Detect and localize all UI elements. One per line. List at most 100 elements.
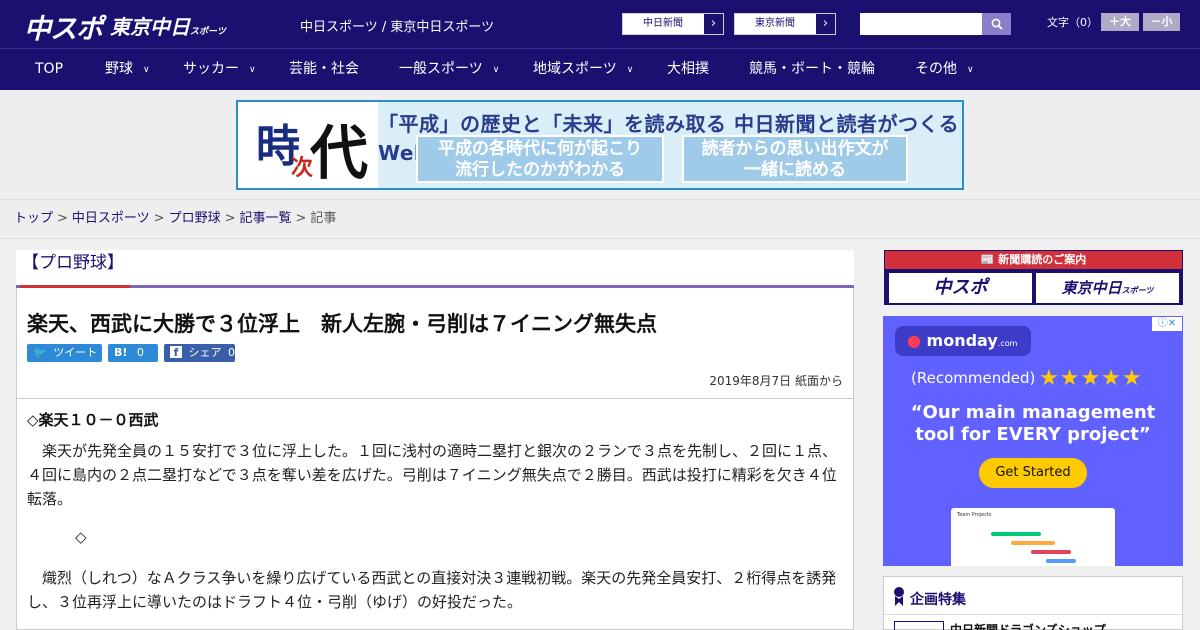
newspaper-icon: 📰 xyxy=(980,253,995,266)
divider xyxy=(884,614,1182,615)
font-larger-button[interactable]: ＋大 xyxy=(1101,13,1139,31)
chevron-down-icon: ∨ xyxy=(626,65,634,75)
feature-thumbnail[interactable] xyxy=(894,621,944,630)
section-diamond: ◇ xyxy=(75,528,87,546)
breadcrumb-article-list[interactable]: 記事一覧 xyxy=(240,211,292,226)
top-bar: 中スポ 東京中日スポーツ 中日スポーツ / 東京中日スポーツ 中日新聞 › 東京… xyxy=(0,0,1200,48)
nav-label: TOP xyxy=(35,61,64,77)
font-smaller-button[interactable]: －小 xyxy=(1143,13,1180,31)
nav-item-sumo[interactable]: 大相撲 xyxy=(667,49,709,90)
breadcrumb-chunichi-sports[interactable]: 中日スポーツ xyxy=(72,211,150,226)
banner-box-history: 平成の各時代に何が起こり 流行したのかがわかる xyxy=(416,135,664,183)
logo-sports-small: スポーツ xyxy=(190,27,226,37)
nav-item-entertainment[interactable]: 芸能・社会 xyxy=(289,49,359,90)
chunichi-shimbun-link[interactable]: 中日新聞 › xyxy=(622,13,724,35)
subscribe-sports-small: スポーツ xyxy=(1121,286,1154,295)
hatena-count: 0 xyxy=(136,346,144,359)
nav-label: 一般スポーツ xyxy=(399,61,483,77)
breadcrumb-top[interactable]: トップ xyxy=(14,211,53,226)
search-icon xyxy=(991,18,1003,30)
nav-item-other[interactable]: その他 ∨ xyxy=(915,49,974,90)
ad-quote: “Our main management tool for EVERY proj… xyxy=(910,402,1156,445)
facebook-share-label: シェア xyxy=(188,346,222,359)
hatena-bookmark-button[interactable]: B! 0 xyxy=(108,344,158,362)
banner-area: 時 次 代 「平成」の歴史と「未来」を読み取る 中日新聞と読者がつくるWebサイ… xyxy=(0,90,1200,200)
facebook-share-button[interactable]: f シェア 0 xyxy=(164,344,235,362)
site-names: 中日スポーツ / 東京中日スポーツ xyxy=(300,20,495,35)
nav-item-baseball[interactable]: 野球 ∨ xyxy=(105,49,150,90)
ribbon-badge-icon xyxy=(894,587,904,606)
search-button[interactable] xyxy=(982,13,1011,35)
nav-label: 大相撲 xyxy=(667,61,709,77)
feature-box: 企画特集 中日新聞ドラゴンズショップ xyxy=(883,576,1183,630)
chevron-down-icon: ∨ xyxy=(143,65,150,75)
article-headline: 楽天、西武に大勝で３位浮上 新人左腕・弓削は７イニング無失点 xyxy=(27,312,657,336)
breadcrumb-separator: > xyxy=(153,211,165,226)
ad-screenshot-title: Team Projects xyxy=(957,512,992,518)
adchoices-close-icon[interactable]: ⓘ✕ xyxy=(1152,317,1182,331)
monday-brand: monday xyxy=(926,331,998,350)
chevron-right-icon: › xyxy=(703,14,723,34)
category-label: 【プロ野球】 xyxy=(20,250,130,288)
nav-label: サッカー xyxy=(183,61,239,77)
monday-ad[interactable]: ⓘ✕ ● monday.com (Recommended) ★★★★★ “Our… xyxy=(883,316,1183,566)
breadcrumb-separator: > xyxy=(295,211,307,226)
banner-kanji-dai: 代 xyxy=(310,119,369,187)
monday-logo-icon: ● xyxy=(907,331,921,350)
feature-item-dragons-shop[interactable]: 中日新聞ドラゴンズショップ xyxy=(950,621,1106,630)
tweet-button[interactable]: 🐦 ツイート xyxy=(27,344,102,362)
twitter-bird-icon: 🐦 xyxy=(33,346,47,359)
banner-box-essays: 読者からの思い出作文が 一緒に読める xyxy=(682,135,908,183)
divider xyxy=(17,398,853,399)
gantt-bar xyxy=(1046,559,1076,563)
article-dateline: 2019年8月7日 紙面から xyxy=(709,374,843,388)
tweet-label: ツイート xyxy=(53,346,98,359)
tokyo-shimbun-link[interactable]: 東京新聞 › xyxy=(734,13,836,35)
category-header: 【プロ野球】 xyxy=(16,250,854,288)
subscribe-chuspo-logo[interactable]: 中スポ xyxy=(889,273,1032,303)
breadcrumb-separator: > xyxy=(57,211,68,226)
nav-item-racing[interactable]: 競馬・ボート・競輪 xyxy=(749,49,875,90)
monday-brand-suffix: .com xyxy=(997,339,1018,348)
get-started-button[interactable]: Get Started xyxy=(979,458,1087,488)
hatena-icon: B! xyxy=(114,346,128,359)
logo-tokyo-chunichi[interactable]: 東京中日スポーツ xyxy=(110,11,226,40)
search-input[interactable] xyxy=(860,13,982,35)
breadcrumb-pro-baseball[interactable]: プロ野球 xyxy=(169,211,221,226)
jidai-banner[interactable]: 時 次 代 「平成」の歴史と「未来」を読み取る 中日新聞と読者がつくるWebサイ… xyxy=(236,100,964,190)
nav-item-soccer[interactable]: サッカー ∨ xyxy=(183,49,256,90)
chevron-down-icon: ∨ xyxy=(249,65,256,75)
banner-logo: 時 次 代 xyxy=(238,102,378,188)
nav-item-regional-sports[interactable]: 地域スポーツ ∨ xyxy=(533,49,633,90)
nav-label: 競馬・ボート・競輪 xyxy=(749,61,875,77)
chevron-down-icon: ∨ xyxy=(967,65,974,75)
nav-item-general-sports[interactable]: 一般スポーツ ∨ xyxy=(399,49,499,90)
nav-item-top[interactable]: TOP xyxy=(35,49,63,90)
subscription-header-label: 新聞購読のご案内 xyxy=(998,253,1087,266)
logo-chuspo[interactable]: 中スポ xyxy=(24,7,103,46)
article-paragraph: 熾烈（しれつ）なＡクラス争いを繰り広げている西武との直接対決３連戦初戦。楽天の先… xyxy=(27,569,837,611)
ad-recommended: (Recommended) xyxy=(911,369,1036,387)
article-paragraph: 楽天が先発全員の１５安打で３位に浮上した。１回に浅村の適時二塁打と銀次の２ランで… xyxy=(27,442,838,508)
ad-product-screenshot: Team Projects xyxy=(951,508,1115,566)
article-body: 楽天、西武に大勝で３位浮上 新人左腕・弓削は７イニング無失点 🐦 ツイート B!… xyxy=(16,288,854,630)
feature-title: 企画特集 xyxy=(910,592,966,608)
facebook-count: 0 xyxy=(228,346,235,359)
breadcrumb-separator: > xyxy=(224,211,236,226)
font-size-label: 文字（0） xyxy=(1047,16,1098,29)
chunichi-shimbun-label: 中日新聞 xyxy=(643,18,683,29)
gantt-bar xyxy=(1011,541,1055,545)
logo-tokyo-chunichi-text: 東京中日 xyxy=(110,15,190,39)
nav-label: 地域スポーツ xyxy=(533,61,617,77)
main-nav: TOP 野球 ∨ サッカー ∨ 芸能・社会 一般スポーツ ∨ 地域スポーツ ∨ 大相撲 … xyxy=(0,48,1200,90)
chevron-right-icon: › xyxy=(815,14,835,34)
monday-logo: ● monday.com xyxy=(895,326,1031,356)
game-score-lead: ◇楽天１０－０西武 xyxy=(27,411,159,429)
star-rating-icon: ★★★★★ xyxy=(1039,366,1143,391)
breadcrumb: トップ > 中日スポーツ > プロ野球 > 記事一覧 > 記事 xyxy=(0,200,1200,239)
tokyo-shimbun-label: 東京新聞 xyxy=(755,18,795,29)
subscription-box[interactable]: 📰 新聞購読のご案内 中スポ 東京中日スポーツ xyxy=(884,250,1183,305)
chevron-down-icon: ∨ xyxy=(492,65,500,75)
subscribe-tokyo-chunichi-logo[interactable]: 東京中日スポーツ xyxy=(1036,273,1179,303)
subscription-header: 📰 新聞購読のご案内 xyxy=(885,251,1182,269)
